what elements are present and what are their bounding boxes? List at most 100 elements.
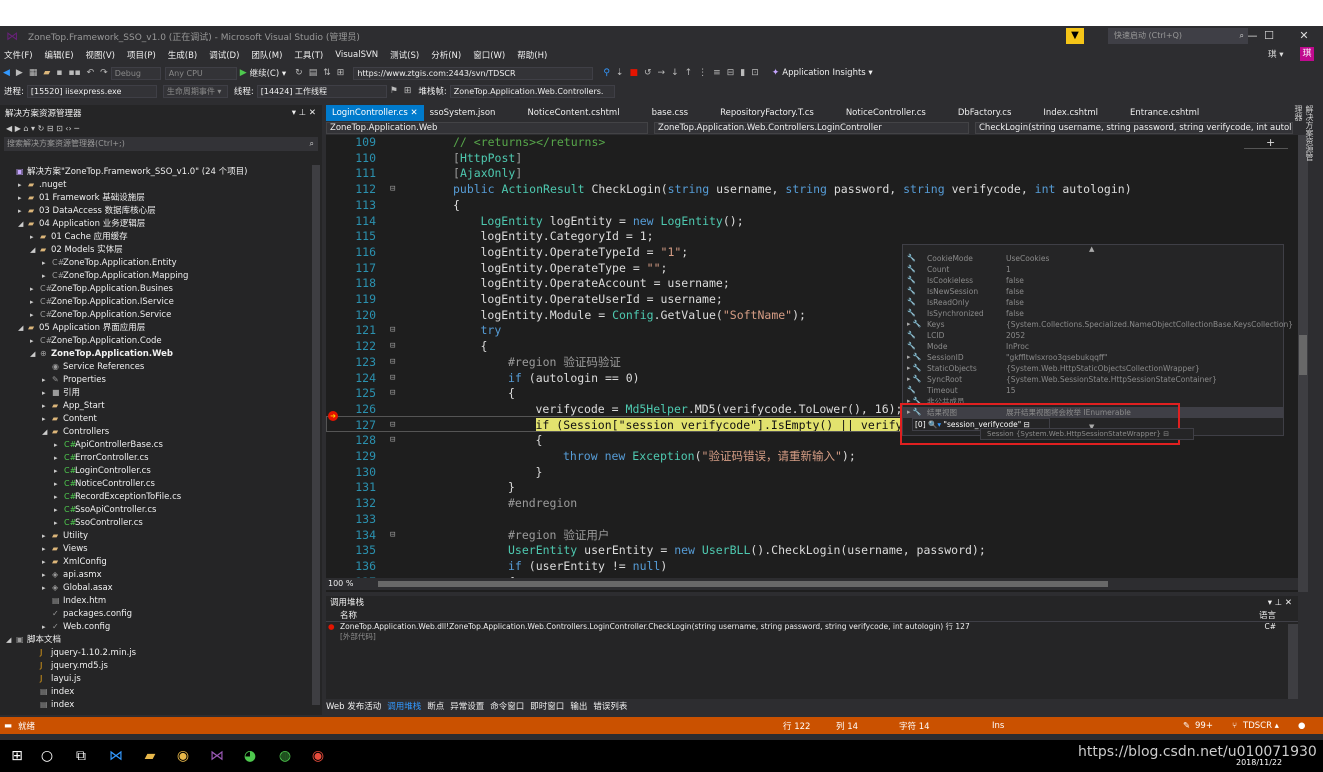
step-out-icon[interactable]: ↑ [685, 68, 693, 78]
config-dropdown[interactable]: Debug [110, 66, 161, 80]
tree-item[interactable]: ✓ packages.config [42, 607, 132, 620]
tree-item[interactable]: ▸ ▰ Views [42, 542, 88, 555]
notification-filter-icon[interactable]: ▼ [1066, 28, 1084, 44]
tree-item[interactable]: ◢ ▣ 脚本文档 [6, 633, 61, 646]
collapse-icon[interactable]: ⊟ [390, 182, 395, 198]
zoom-level[interactable]: 100 % [328, 579, 353, 588]
menu-item[interactable]: 文件(F) [4, 49, 33, 61]
tree-scrollbar[interactable] [312, 165, 320, 705]
tree-item[interactable]: ▤ index [30, 685, 74, 698]
lifecycle-events-dropdown[interactable]: 生命周期事件 ▾ [162, 84, 228, 98]
horizontal-scrollbar[interactable] [378, 581, 1108, 587]
tree-item[interactable]: ◢ ▰ 02 Models 实体层 [30, 243, 123, 256]
tree-item[interactable]: ▸ ▰ Utility [42, 529, 88, 542]
new-project-icon[interactable]: ▦ [29, 68, 38, 78]
menu-item[interactable]: 帮助(H) [517, 49, 547, 61]
collapse-icon[interactable]: ⊟ [390, 339, 395, 355]
expand-arrow-icon[interactable]: ◢ [42, 426, 52, 439]
solution-search-input[interactable]: 搜索解决方案资源管理器(Ctrl+;) ⌕ [4, 137, 318, 151]
toolbar-tool-icon[interactable]: ⊞ [404, 86, 412, 96]
tree-item[interactable]: ▸ C#ZoneTop.Application.IService [30, 295, 174, 308]
collapse-icon[interactable]: ⊟ [390, 528, 395, 544]
step-into-icon[interactable]: ↓ [671, 68, 679, 78]
menu-item[interactable]: VisualSVN [335, 50, 378, 60]
forward-icon[interactable]: ▶ [16, 68, 23, 78]
task-view-icon[interactable]: ⧉ [72, 747, 90, 765]
document-tab[interactable]: LoginController.cs ✕ [326, 105, 424, 121]
visual-studio-icon[interactable]: ⋈ [208, 747, 226, 765]
status-errors[interactable]: 99+ [1195, 721, 1213, 731]
continue-button[interactable]: 继续(C) ▾ [250, 67, 287, 79]
call-stack-row[interactable]: ● ZoneTop.Application.Web.dll!ZoneTop.App… [326, 622, 1298, 632]
collapse-icon[interactable]: ⊟ [390, 355, 395, 371]
column-language[interactable]: 语言 [1259, 610, 1276, 622]
document-tab[interactable]: Entrance.cshtml [1124, 105, 1205, 121]
thread-dropdown[interactable]: [14424] 工作线程 [256, 84, 387, 98]
collapse-icon[interactable]: ⊟ [390, 433, 395, 449]
wechat-icon[interactable]: ◕ [241, 747, 259, 765]
pane-pin-icon[interactable]: ▾ ⊥ ✕ [1268, 596, 1292, 610]
process-dropdown[interactable]: [15520] iisexpress.exe [26, 84, 157, 98]
tree-item[interactable]: ◢ ▰ 05 Application 界面应用层 [18, 321, 145, 334]
tree-item[interactable]: ▸ C#ZoneTop.Application.Entity [42, 256, 177, 269]
call-stack-scrollbar[interactable] [1288, 624, 1298, 699]
bottom-tab[interactable]: 调用堆栈 [387, 700, 421, 712]
tree-item[interactable]: ◢ ⊕ ZoneTop.Application.Web [30, 347, 173, 360]
stack-frame-dropdown[interactable]: ZoneTop.Application.Web.Controllers. [449, 84, 615, 98]
datatip-row[interactable]: 🔧 IsCookieless false [903, 275, 1283, 286]
solution-root[interactable]: ▣ 解决方案"ZoneTop.Framework_SSO_v1.0" (24 个项… [6, 165, 247, 178]
expand-arrow-icon[interactable]: ◢ [18, 218, 28, 231]
status-branch[interactable]: TDSCR ▴ [1243, 721, 1279, 731]
close-button[interactable]: ✕ [1289, 26, 1319, 46]
menu-item[interactable]: 团队(M) [251, 49, 282, 61]
toolbar-tool-icon[interactable]: ⇅ [323, 68, 331, 78]
tree-item[interactable]: ▸ C#LoginController.cs [54, 464, 151, 477]
expand-arrow-icon[interactable]: ◢ [6, 634, 16, 647]
tree-item[interactable]: ▸ C#SsoController.cs [54, 516, 143, 529]
scroll-up-icon[interactable]: ▲ [1089, 245, 1094, 253]
toolbar-tool-icon[interactable]: ⊡ [751, 68, 759, 78]
menu-item[interactable]: 窗口(W) [473, 49, 505, 61]
tree-item[interactable]: ▸ C#ZoneTop.Application.Code [30, 334, 162, 347]
collapse-icon[interactable]: ⊟ [390, 386, 395, 402]
user-name[interactable]: 琪 ▾ [1268, 48, 1283, 60]
flag-icon[interactable]: ⚑ [390, 86, 398, 96]
tree-item[interactable]: ▸ ◈ api.asmx [42, 568, 102, 581]
tree-item[interactable]: ▸ C#SsoApiController.cs [54, 503, 156, 516]
pencil-icon[interactable]: ✎ [1183, 721, 1190, 731]
redo-icon[interactable]: ↷ [100, 68, 108, 78]
bottom-tab[interactable]: 输出 [570, 700, 587, 712]
collapse-icon[interactable]: ⊟ [390, 371, 395, 387]
bottom-tab[interactable]: 异常设置 [450, 700, 484, 712]
expand-arrow-icon[interactable]: ◢ [30, 244, 40, 257]
save-icon[interactable]: ▪ [56, 68, 62, 78]
tree-item[interactable]: ▸ C#ZoneTop.Application.Mapping [42, 269, 188, 282]
bottom-tab[interactable]: 断点 [427, 700, 444, 712]
datatip-row[interactable]: ▸ 🔧 Keys {System.Collections.Specialized.N… [903, 319, 1293, 330]
tree-item[interactable]: ▸ ◈ Global.asax [42, 581, 113, 594]
vscode-icon[interactable]: ⋈ [107, 747, 125, 765]
tree-item[interactable]: ▸ ▰ 01 Framework 基础设施层 [18, 191, 145, 204]
tree-item[interactable]: Jjquery-1.10.2.min.js [30, 646, 136, 659]
tree-item[interactable]: ▸ C#NoticeController.cs [54, 477, 155, 490]
document-tab[interactable]: base.css [646, 105, 695, 121]
open-file-icon[interactable]: ▰ [43, 68, 50, 78]
stop-icon[interactable]: ■ [629, 68, 638, 78]
datatip-row[interactable]: 🔧 IsNewSession false [903, 286, 1283, 297]
toolbar-tool-icon[interactable]: ≡ [713, 68, 721, 78]
tree-item[interactable]: ▸ C#ErrorController.cs [54, 451, 149, 464]
menu-item[interactable]: 调试(D) [209, 49, 239, 61]
close-icon[interactable]: ✕ [408, 108, 417, 118]
filter-icon[interactable]: ⚲ [603, 68, 610, 78]
tree-item[interactable]: ▸ C#ZoneTop.Application.Busines [30, 282, 173, 295]
save-all-icon[interactable]: ▪▪ [68, 68, 80, 78]
toolbar-tool-icon[interactable]: ▤ [309, 68, 318, 78]
session-tip[interactable]: Session {System.Web.HttpSessionStateWrap… [980, 428, 1194, 440]
datatip-row[interactable]: ▸ 🔧 StaticObjects {System.Web.HttpStaticOb… [903, 363, 1283, 374]
chrome-icon[interactable]: ◉ [174, 747, 192, 765]
quick-launch-input[interactable]: 快速启动 (Ctrl+Q) ⌕ [1108, 28, 1248, 44]
expand-arrow-icon[interactable]: ◢ [18, 322, 28, 335]
scrollbar-thumb[interactable] [1299, 335, 1307, 375]
datatip-row[interactable]: 🔧 Mode InProc [903, 341, 1283, 352]
application-insights-button[interactable]: Application Insights ▾ [782, 68, 872, 78]
